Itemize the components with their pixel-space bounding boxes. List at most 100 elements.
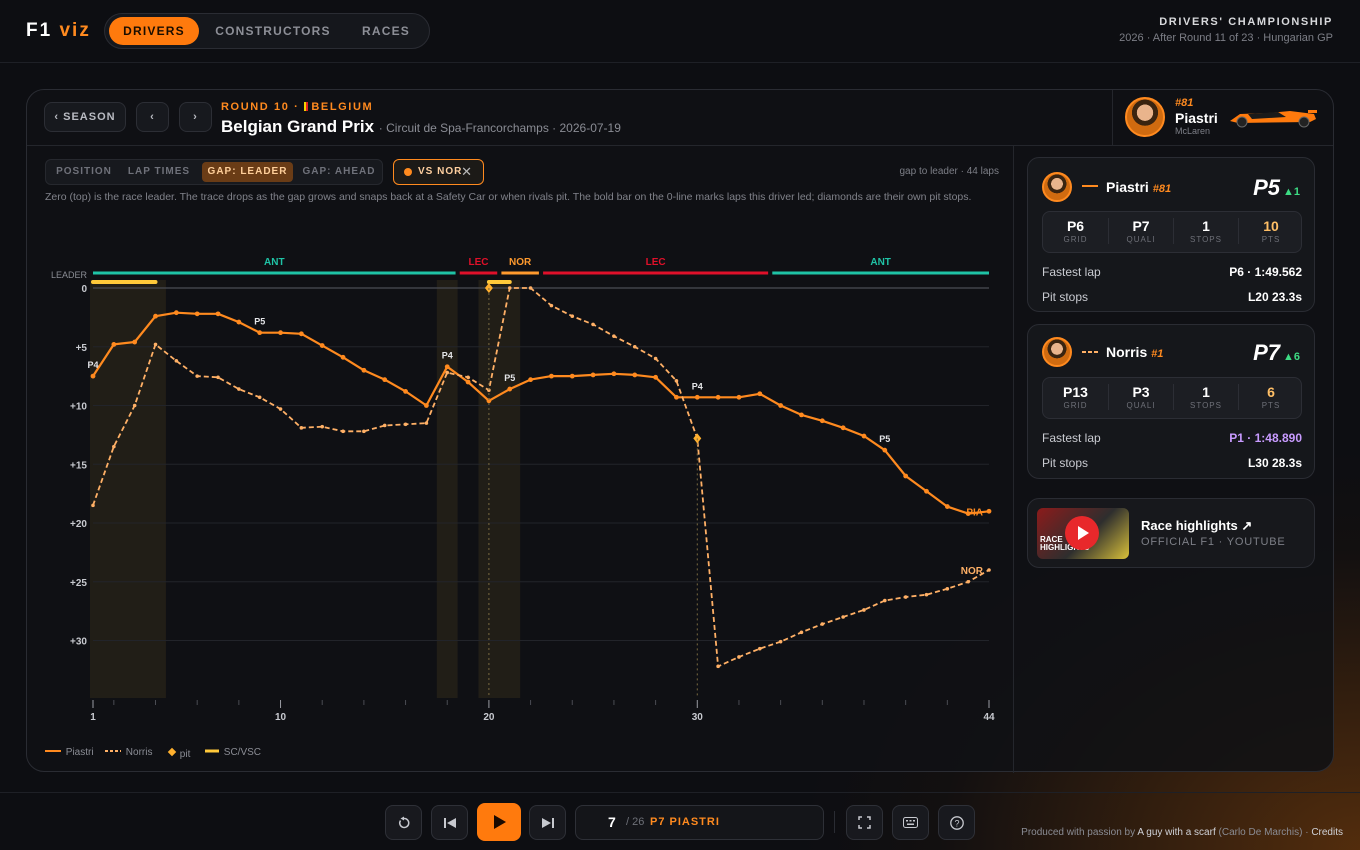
data-point-piastri bbox=[944, 504, 950, 509]
position-delta: ▲1 bbox=[1282, 186, 1300, 198]
divider bbox=[834, 811, 835, 833]
compare-chip[interactable]: VS NOR ✕ bbox=[393, 159, 484, 185]
nav-tab-races[interactable]: RACES bbox=[347, 17, 425, 45]
credits-link[interactable]: Credits bbox=[1311, 827, 1343, 838]
data-point-norris bbox=[153, 342, 158, 347]
data-point-piastri bbox=[382, 377, 388, 383]
stat-quali: P7 QUALI bbox=[1108, 218, 1173, 244]
nav-tab-constructors[interactable]: CONSTRUCTORS bbox=[203, 17, 343, 45]
data-point-norris bbox=[112, 444, 116, 449]
data-point-piastri bbox=[215, 311, 221, 317]
y-tick-label: +20 bbox=[70, 519, 87, 530]
step-forward-button[interactable] bbox=[529, 805, 566, 840]
close-icon[interactable]: ✕ bbox=[461, 160, 473, 184]
tab-gap-leader[interactable]: GAP: LEADER bbox=[202, 162, 293, 182]
keyboard-button[interactable] bbox=[892, 805, 929, 840]
data-point-norris bbox=[820, 622, 825, 626]
highlights-title[interactable]: Race highlights ↗ bbox=[1141, 518, 1252, 534]
lap-scrubber[interactable]: 7 / 26 P7 PIASTRI bbox=[575, 805, 824, 840]
team-name: McLaren bbox=[1175, 126, 1211, 136]
svg-text:?: ? bbox=[954, 819, 959, 829]
data-point-piastri bbox=[236, 319, 242, 325]
data-point-piastri bbox=[507, 386, 513, 392]
data-point-norris bbox=[903, 595, 908, 599]
belgium-flag-icon bbox=[302, 102, 309, 111]
car-icon bbox=[1230, 110, 1317, 128]
step-back-button[interactable] bbox=[431, 805, 468, 840]
data-point-piastri bbox=[528, 377, 533, 383]
data-point-norris bbox=[737, 655, 741, 659]
restart-icon bbox=[398, 816, 409, 829]
fastest-lap-row: Fastest lap P6 · 1:49.562 bbox=[1042, 265, 1302, 279]
data-point-piastri bbox=[924, 488, 929, 494]
restart-button[interactable] bbox=[385, 805, 422, 840]
data-point-norris bbox=[883, 598, 887, 603]
avatar bbox=[1042, 172, 1072, 202]
avatar bbox=[1042, 337, 1072, 367]
race-highlights-card[interactable]: RACE HIGHLIGHTS Race highlights ↗ OFFICI… bbox=[1027, 498, 1315, 568]
data-point-piastri bbox=[799, 412, 804, 418]
series-end-label: PIA bbox=[966, 507, 983, 518]
data-point-piastri bbox=[298, 331, 304, 337]
data-point-norris bbox=[591, 322, 595, 327]
avatar bbox=[1125, 97, 1165, 137]
data-point-piastri bbox=[111, 342, 117, 347]
position-label: P5 bbox=[504, 373, 515, 383]
legend-norris: Norris bbox=[105, 747, 153, 758]
tab-position[interactable]: POSITION bbox=[49, 162, 119, 182]
data-point-norris bbox=[674, 379, 679, 383]
top-bar: F1 viz DRIVERS CONSTRUCTORS RACES DRIVER… bbox=[0, 0, 1360, 63]
driver-name: Piastri bbox=[1175, 110, 1218, 126]
data-point-norris bbox=[195, 374, 199, 378]
championship-subtitle: 2026 · After Round 11 of 23 · Hungarian … bbox=[1119, 32, 1333, 44]
data-point-norris bbox=[966, 579, 970, 584]
chart-description: Zero (top) is the race leader. The trace… bbox=[45, 191, 972, 203]
data-point-norris bbox=[987, 568, 991, 572]
driver-card-name: Piastri #81 bbox=[1106, 179, 1172, 195]
help-button[interactable]: ? bbox=[938, 805, 975, 840]
stat-stops: 1 STOPS bbox=[1173, 384, 1238, 410]
data-point-norris bbox=[278, 407, 283, 411]
data-point-norris bbox=[174, 359, 179, 363]
data-point-piastri bbox=[569, 373, 575, 379]
data-point-norris bbox=[216, 375, 220, 380]
play-button[interactable] bbox=[477, 803, 521, 841]
tab-lap-times[interactable]: LAP TIMES bbox=[123, 162, 195, 182]
play-video-icon[interactable] bbox=[1065, 516, 1099, 550]
data-point-norris bbox=[382, 423, 387, 428]
gap-note: gap to leader · 44 laps bbox=[899, 166, 999, 177]
app-logo[interactable]: F1 viz bbox=[26, 20, 91, 42]
prev-race-button[interactable]: ‹ bbox=[136, 102, 169, 132]
driver-badge[interactable]: #81 Piastri McLaren bbox=[1112, 90, 1334, 146]
leader-label: ANT bbox=[870, 257, 891, 268]
next-race-button[interactable]: › bbox=[179, 102, 212, 132]
piastri-line-icon bbox=[1082, 185, 1098, 187]
main-nav: DRIVERS CONSTRUCTORS RACES bbox=[104, 13, 430, 49]
nav-tab-drivers[interactable]: DRIVERS bbox=[109, 17, 199, 45]
gap-chart: 0 +5 +10 +15 +20 +25 +30 LEADER ANT LEC NOR LEC ANT 1… bbox=[51, 257, 995, 723]
data-point-piastri bbox=[549, 373, 554, 379]
data-point-norris bbox=[653, 356, 658, 361]
credits-line: Produced with passion by A guy with a sc… bbox=[1021, 827, 1343, 838]
norris-line-icon bbox=[1082, 351, 1098, 353]
x-tick-label: 10 bbox=[275, 712, 287, 723]
data-point-piastri bbox=[882, 447, 888, 453]
race-header: ‹ SEASON ‹ › ROUND 10 · BELGIUM Belgian G… bbox=[27, 90, 1333, 146]
data-point-piastri bbox=[757, 391, 763, 397]
tab-gap-ahead[interactable]: GAP: AHEAD bbox=[299, 162, 379, 182]
data-point-piastri bbox=[590, 372, 596, 378]
data-point-norris bbox=[237, 387, 241, 391]
stat-strip: P13 GRID P3 QUALI 1 STOPS 6 PTS bbox=[1042, 377, 1302, 419]
pit-stops-row: Pit stops L30 28.3s bbox=[1042, 456, 1302, 470]
season-button[interactable]: ‹ SEASON bbox=[44, 102, 126, 132]
data-point-norris bbox=[799, 630, 804, 635]
leader-label: LEC bbox=[646, 257, 666, 268]
fullscreen-button[interactable] bbox=[846, 805, 883, 840]
data-point-norris bbox=[299, 426, 304, 430]
data-point-piastri bbox=[611, 371, 617, 377]
video-thumbnail[interactable]: RACE HIGHLIGHTS bbox=[1037, 508, 1129, 559]
author-link[interactable]: A guy with a scarf bbox=[1137, 827, 1215, 838]
driver-card-name: Norris #1 bbox=[1106, 344, 1164, 360]
data-point-piastri bbox=[861, 433, 867, 439]
stat-quali: P3 QUALI bbox=[1108, 384, 1173, 410]
